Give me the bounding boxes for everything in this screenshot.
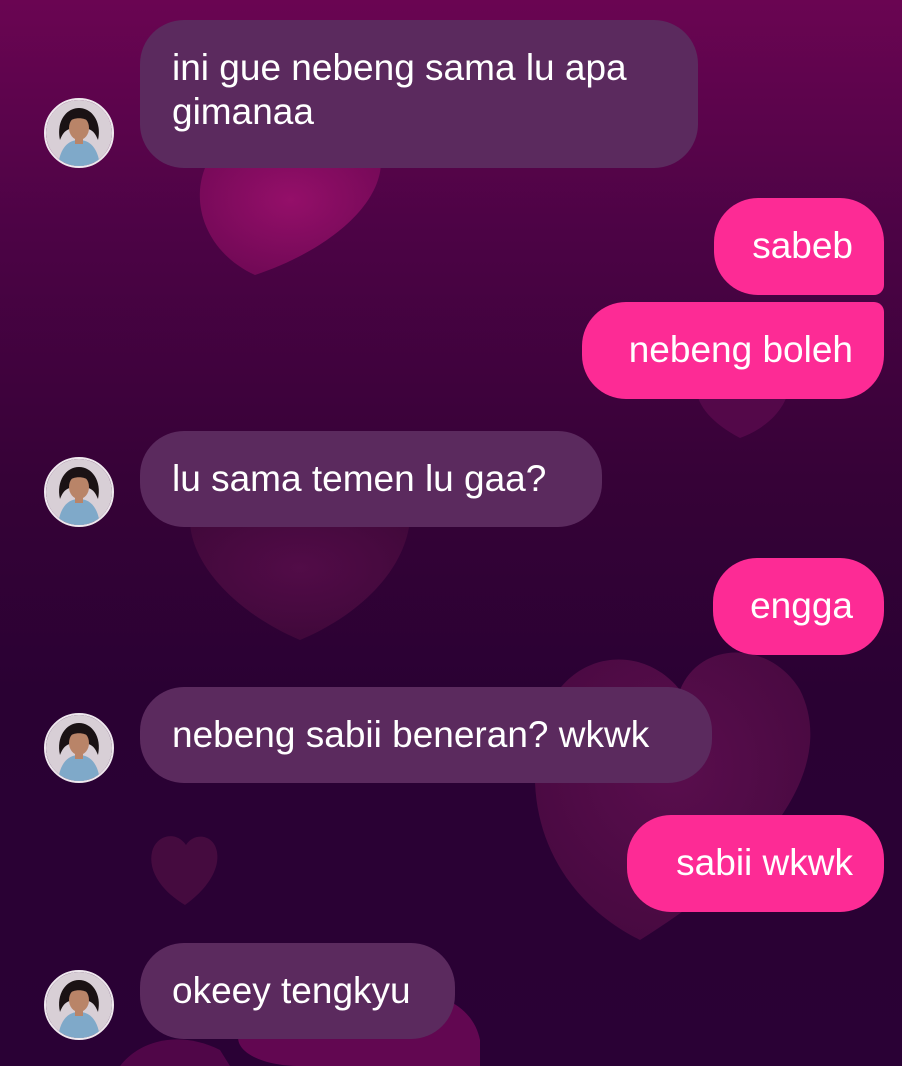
outgoing-message-bubble[interactable]: engga <box>713 558 884 655</box>
contact-avatar[interactable] <box>44 98 114 168</box>
message-text-line: engga <box>750 585 853 626</box>
contact-avatar[interactable] <box>44 713 114 783</box>
profile-photo <box>46 972 112 1038</box>
incoming-message-bubble[interactable]: ini gue nebeng sama lu apa gimanaa <box>140 20 698 168</box>
message-text-line: ini gue nebeng sama lu apa <box>172 47 627 88</box>
incoming-message-bubble[interactable]: okeey tengkyu <box>140 943 455 1039</box>
chat-thread[interactable]: ini gue nebeng sama lu apa gimanaa sabeb… <box>0 0 902 1066</box>
contact-avatar[interactable] <box>44 970 114 1040</box>
incoming-message-bubble[interactable]: lu sama temen lu gaa? <box>140 431 602 527</box>
message-text-line: okeey tengkyu <box>172 970 411 1011</box>
message-text-line: lu sama temen lu gaa? <box>172 458 547 499</box>
contact-avatar[interactable] <box>44 457 114 527</box>
message-text-line: sabeb <box>752 225 853 266</box>
message-text-line: gimanaa <box>172 91 314 132</box>
profile-photo <box>46 100 112 166</box>
message-text-line: nebeng sabii beneran? wkwk <box>172 714 650 755</box>
profile-photo <box>46 459 112 525</box>
incoming-message-bubble[interactable]: nebeng sabii beneran? wkwk <box>140 687 712 783</box>
message-text-line: sabii wkwk <box>676 842 853 883</box>
message-text-line: nebeng boleh <box>628 329 853 370</box>
outgoing-message-bubble[interactable]: nebeng boleh <box>582 302 884 399</box>
outgoing-message-bubble[interactable]: sabii wkwk <box>627 815 884 912</box>
outgoing-message-bubble[interactable]: sabeb <box>714 198 884 295</box>
profile-photo <box>46 715 112 781</box>
